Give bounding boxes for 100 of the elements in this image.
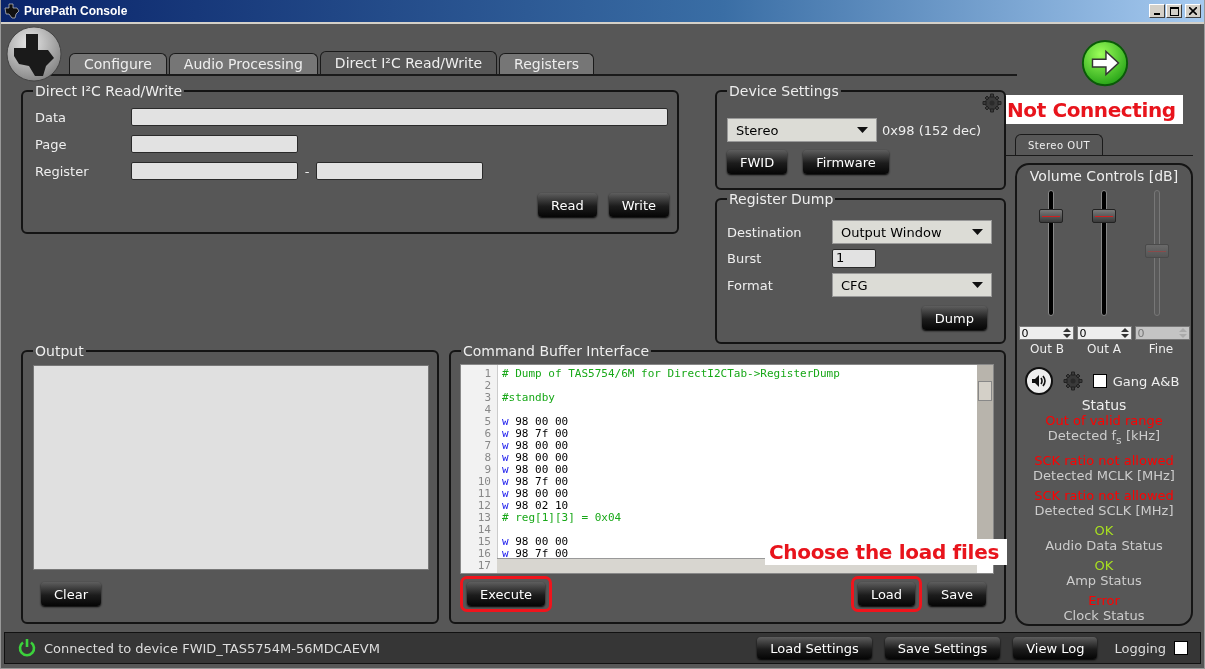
code-text: 98 02 10	[515, 499, 569, 512]
command-button[interactable]: Save	[928, 582, 986, 606]
code-text: 98 00 00	[515, 535, 569, 548]
connection-status: Not Connecting	[1005, 95, 1183, 124]
tab[interactable]: Stereo OUT	[1015, 134, 1104, 155]
power-icon	[17, 638, 37, 658]
status-label: Detected MCLK [MHz]	[1033, 467, 1175, 484]
minimize-button[interactable]	[1149, 4, 1165, 18]
status-value: SCK ratio not allowed	[1034, 452, 1174, 468]
tab[interactable]: Direct I²C Read/Write	[319, 51, 498, 74]
tab[interactable]: Registers	[499, 53, 594, 74]
field-label: Register	[35, 163, 89, 179]
input-field[interactable]	[131, 108, 668, 126]
status-label: Clock Status	[1063, 607, 1145, 624]
checkbox[interactable]	[1174, 641, 1188, 655]
channel-label: Out A	[1086, 342, 1122, 356]
window-title: PurePath Console	[24, 4, 128, 18]
caret-icon	[857, 127, 868, 133]
code-keyword: w	[502, 487, 509, 500]
spin-box[interactable]: 0	[1018, 326, 1074, 340]
clear-button[interactable]: Clear	[41, 582, 101, 606]
code-text: 98 7f 00	[515, 427, 569, 440]
status-label: Audio Data Status	[1045, 537, 1163, 554]
code-text: 98 7f 00	[515, 547, 569, 560]
field-label: Format	[727, 277, 774, 293]
code-text: 98 00 00	[515, 439, 569, 452]
dump-button[interactable]: Dump	[921, 306, 987, 330]
maximize-icon	[1169, 6, 1179, 16]
checkbox-label: Logging	[1114, 640, 1166, 656]
code-text: 98 00 00	[515, 487, 569, 500]
caret-icon	[972, 229, 983, 235]
status-value: OK	[1094, 522, 1114, 538]
input-field[interactable]: 1	[832, 249, 876, 268]
dropdown[interactable]: CFG	[832, 273, 992, 297]
action-button[interactable]: Write	[608, 193, 669, 217]
close-button[interactable]	[1185, 4, 1201, 18]
action-button[interactable]: Save Settings	[884, 637, 1001, 659]
status-label: Detected f$_{s}$ [kHz]	[1047, 428, 1161, 449]
tab[interactable]: Audio Processing	[168, 53, 318, 74]
code-keyword: w	[502, 427, 509, 440]
command-button[interactable]: Load	[857, 582, 916, 606]
code-keyword: w	[502, 547, 509, 560]
status-value: OK	[1094, 557, 1114, 573]
code-keyword: w	[502, 535, 509, 548]
address-text: 0x98 (152 dec)	[882, 122, 982, 138]
action-button[interactable]: Read	[538, 193, 597, 217]
speaker-button[interactable]	[1024, 367, 1053, 395]
field-label: Page	[35, 136, 67, 152]
status-label: Detected SCLK [MHz]	[1034, 502, 1174, 519]
code-comment: # reg[1][3] = 0x04	[502, 511, 622, 524]
status-value: Out of valid range	[1045, 413, 1163, 428]
action-button[interactable]: Firmware	[803, 150, 889, 174]
code-text: 98 7f 00	[515, 475, 569, 488]
channel-label: Out B	[1029, 342, 1065, 356]
input-field[interactable]	[316, 162, 483, 180]
close-icon	[1189, 7, 1197, 15]
code-comment: #standby	[502, 391, 555, 404]
tab[interactable]: Configure	[69, 53, 167, 74]
code-keyword: w	[502, 439, 509, 452]
group-title: Device Settings	[727, 82, 841, 100]
input-field[interactable]	[131, 162, 298, 180]
arrow-button[interactable]	[1080, 39, 1130, 88]
slider-thumb[interactable]	[1039, 209, 1063, 223]
execute-button[interactable]: Execute	[467, 582, 545, 606]
annotation-tooltip: Choose the load files	[764, 539, 1007, 565]
code-text: 98 00 00	[515, 463, 569, 476]
action-button[interactable]: Load Settings	[757, 637, 872, 659]
dropdown[interactable]: Stereo	[727, 118, 877, 142]
speaker-icon	[1030, 374, 1047, 388]
code-text: 98 00 00	[515, 451, 569, 464]
code-keyword: w	[502, 463, 509, 476]
code-keyword: w	[502, 475, 509, 488]
field-label: Data	[35, 109, 67, 125]
status-value: SCK ratio not allowed	[1034, 487, 1174, 503]
status-message: Connected to device FWID_TAS5754M-56MDCAEVM	[44, 640, 380, 656]
dropdown[interactable]: Output Window	[832, 220, 992, 244]
channel-label: Fine	[1147, 342, 1175, 356]
checkbox[interactable]	[1092, 374, 1107, 388]
panel-title: Volume Controls [dB]	[1029, 168, 1179, 184]
group-title: Register Dump	[727, 190, 836, 208]
status-title: Status	[1081, 397, 1127, 413]
field-label: Destination	[727, 224, 803, 240]
input-field[interactable]	[131, 135, 298, 153]
field-label: Burst	[727, 251, 763, 266]
slider-thumb[interactable]	[1092, 209, 1116, 223]
app-icon	[4, 3, 20, 19]
range-separator: -	[303, 163, 311, 179]
action-button[interactable]: FWID	[727, 150, 788, 174]
code-text: 98 00 00	[515, 415, 569, 428]
code-keyword: w	[502, 451, 509, 464]
checkbox-label: Gang A&B	[1112, 373, 1180, 389]
maximize-button[interactable]	[1166, 4, 1182, 18]
action-button[interactable]: View Log	[1013, 637, 1098, 659]
group-title: Direct I²C Read/Write	[33, 82, 185, 100]
status-label: Amp Status	[1066, 572, 1142, 589]
code-comment: # Dump of TAS5754/6M for DirectI2CTab->RegisterDump	[502, 367, 840, 380]
code-keyword: w	[502, 415, 509, 428]
code-keyword: w	[502, 499, 509, 512]
spin-box[interactable]: 0	[1076, 326, 1132, 340]
status-value: Error	[1088, 592, 1120, 608]
